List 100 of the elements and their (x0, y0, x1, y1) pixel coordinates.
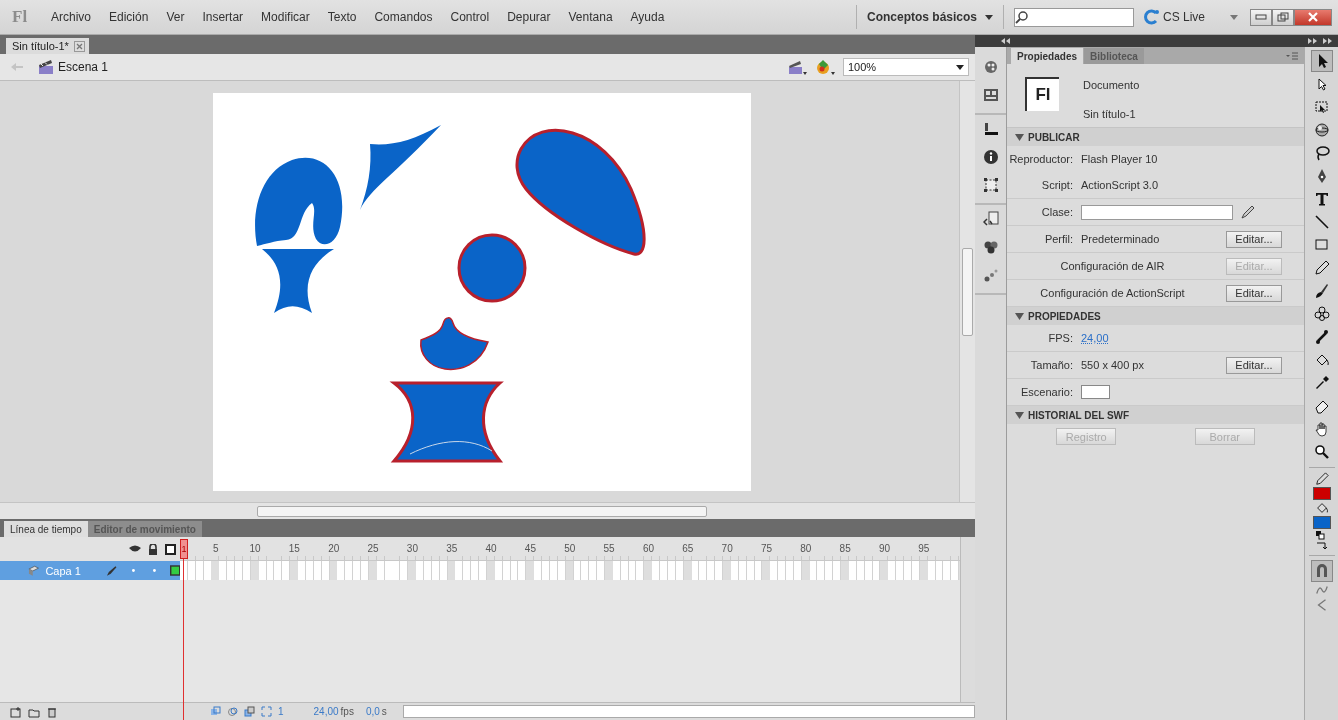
workspace-switcher[interactable]: Conceptos básicos (866, 10, 993, 24)
stage-color-swatch[interactable] (1081, 385, 1110, 399)
restore-button[interactable] (1272, 8, 1294, 26)
menu-item[interactable]: Control (441, 10, 499, 24)
section-header[interactable]: HISTORIAL DEL SWF (1007, 406, 1304, 424)
align-icon[interactable] (982, 121, 999, 137)
edit-frames-icon[interactable] (244, 706, 255, 717)
swatches-icon[interactable] (982, 87, 999, 103)
layer-color-square[interactable] (170, 566, 179, 575)
line-icon (1313, 214, 1330, 230)
property-label: Configuración de AIR (1059, 260, 1166, 272)
property-label: Escenario: (1020, 386, 1074, 398)
zoom-icon (1313, 444, 1330, 460)
minimize-button[interactable] (1250, 8, 1272, 26)
selection-tool-button[interactable] (1310, 50, 1333, 72)
fill-color-swatch[interactable] (1312, 516, 1331, 529)
property-label: Reproductor: (1008, 153, 1074, 165)
expanded-triangle-icon[interactable] (1015, 133, 1024, 141)
menu-item[interactable]: Modificar (252, 10, 319, 24)
bone-icon (1313, 329, 1330, 345)
pencil-icon[interactable] (1241, 205, 1255, 219)
info-icon[interactable] (982, 149, 999, 165)
zoom-dropdown[interactable]: 100% (843, 58, 969, 76)
scrollbar-thumb[interactable] (962, 247, 973, 336)
new-layer-icon[interactable] (10, 705, 22, 718)
caret-icon (985, 14, 993, 20)
frame-number: 45 (523, 543, 537, 554)
frame-number: 10 (248, 543, 262, 554)
menu-item[interactable]: Ventana (559, 10, 622, 24)
trash-icon[interactable] (46, 705, 58, 718)
menu-item[interactable]: Texto (318, 10, 366, 24)
menu-item[interactable]: Insertar (193, 10, 253, 24)
document-type-icon: Fl (1025, 77, 1059, 111)
markers-icon[interactable] (261, 706, 272, 717)
expand-arrows-icon[interactable] (1308, 38, 1332, 44)
fps-value-link[interactable]: 24,00 (1081, 332, 1226, 344)
timeline-scrollbar[interactable] (402, 705, 975, 718)
flower-icon (1313, 306, 1330, 322)
menu-item[interactable]: Depurar (498, 10, 560, 24)
transform-icon[interactable] (982, 177, 999, 193)
code-snippets-icon[interactable] (982, 211, 999, 227)
pencil-icon (106, 564, 118, 577)
cs-live-menu[interactable]: CS Live (1144, 9, 1230, 25)
eraser-icon (1313, 398, 1330, 414)
palette-icon[interactable] (982, 59, 999, 75)
eye-icon[interactable] (129, 544, 141, 554)
snap-button[interactable] (1310, 560, 1333, 582)
swap-colors-icon[interactable] (1314, 541, 1329, 551)
scrollbar-track[interactable] (960, 537, 975, 702)
menu-item[interactable]: Archivo (42, 10, 100, 24)
onion-outline-icon[interactable] (227, 706, 238, 717)
caret-icon[interactable] (1230, 14, 1238, 20)
property-label: FPS: (1047, 332, 1074, 344)
fps-unit: fps (340, 706, 354, 717)
transform-icon (1313, 99, 1330, 115)
motion-presets-icon[interactable] (982, 267, 999, 283)
panel-tab[interactable]: Propiedades (1011, 48, 1084, 64)
edit-button[interactable]: Editar... (1226, 230, 1282, 248)
section-header[interactable]: PUBLICAR (1007, 128, 1304, 146)
frame-number: 55 (602, 543, 616, 554)
menu-item[interactable]: Comandos (365, 10, 442, 24)
menu-item[interactable]: Ayuda (621, 10, 674, 24)
frame-number: 60 (641, 543, 655, 554)
edit-symbols-icon[interactable] (815, 58, 835, 76)
close-icon[interactable] (73, 40, 85, 52)
stroke-color-swatch[interactable] (1312, 487, 1331, 500)
property-value: 550 x 400 px (1081, 359, 1145, 371)
frame-number: 40 (484, 543, 498, 554)
scene-breadcrumb[interactable]: Escena 1 (38, 59, 109, 75)
scrollbar-thumb[interactable] (257, 505, 707, 517)
close-button[interactable] (1294, 8, 1332, 26)
clapper-icon (38, 59, 54, 75)
caret-icon (956, 64, 964, 70)
frame-number: 5 (211, 543, 220, 554)
menu-item[interactable]: Edición (100, 10, 158, 24)
frame-number: 30 (405, 543, 419, 554)
frame-number: 50 (563, 543, 577, 554)
edit-button[interactable]: Editar... (1226, 284, 1282, 302)
bucket-icon (1314, 501, 1329, 515)
edit-scene-icon[interactable] (787, 58, 807, 76)
elapsed-time: 0,0 (365, 706, 380, 717)
search-field[interactable] (1014, 7, 1134, 27)
document-tab[interactable]: Sin título-1* (6, 38, 89, 54)
class-input-field[interactable] (1081, 204, 1233, 220)
section-header[interactable]: PROPIEDADES (1007, 307, 1304, 325)
pencil-icon (1313, 260, 1330, 276)
menu-item[interactable]: Ver (157, 10, 194, 24)
expanded-triangle-icon[interactable] (1015, 312, 1024, 320)
panel-tab[interactable]: Línea de tiempo (4, 521, 88, 537)
dot-icon[interactable] (152, 569, 156, 572)
edit-button[interactable]: Editar... (1226, 356, 1282, 374)
components-icon[interactable] (982, 239, 999, 255)
dot-icon[interactable] (131, 569, 135, 572)
outline-icon[interactable] (165, 543, 176, 555)
property-label: Clase: (1040, 206, 1074, 218)
lock-icon[interactable] (148, 543, 158, 555)
expanded-triangle-icon[interactable] (1015, 411, 1024, 419)
collapse-arrows-icon[interactable] (1001, 38, 1010, 44)
property-label: Configuración de ActionScript (1039, 287, 1186, 299)
frame-number: 20 (327, 543, 341, 554)
